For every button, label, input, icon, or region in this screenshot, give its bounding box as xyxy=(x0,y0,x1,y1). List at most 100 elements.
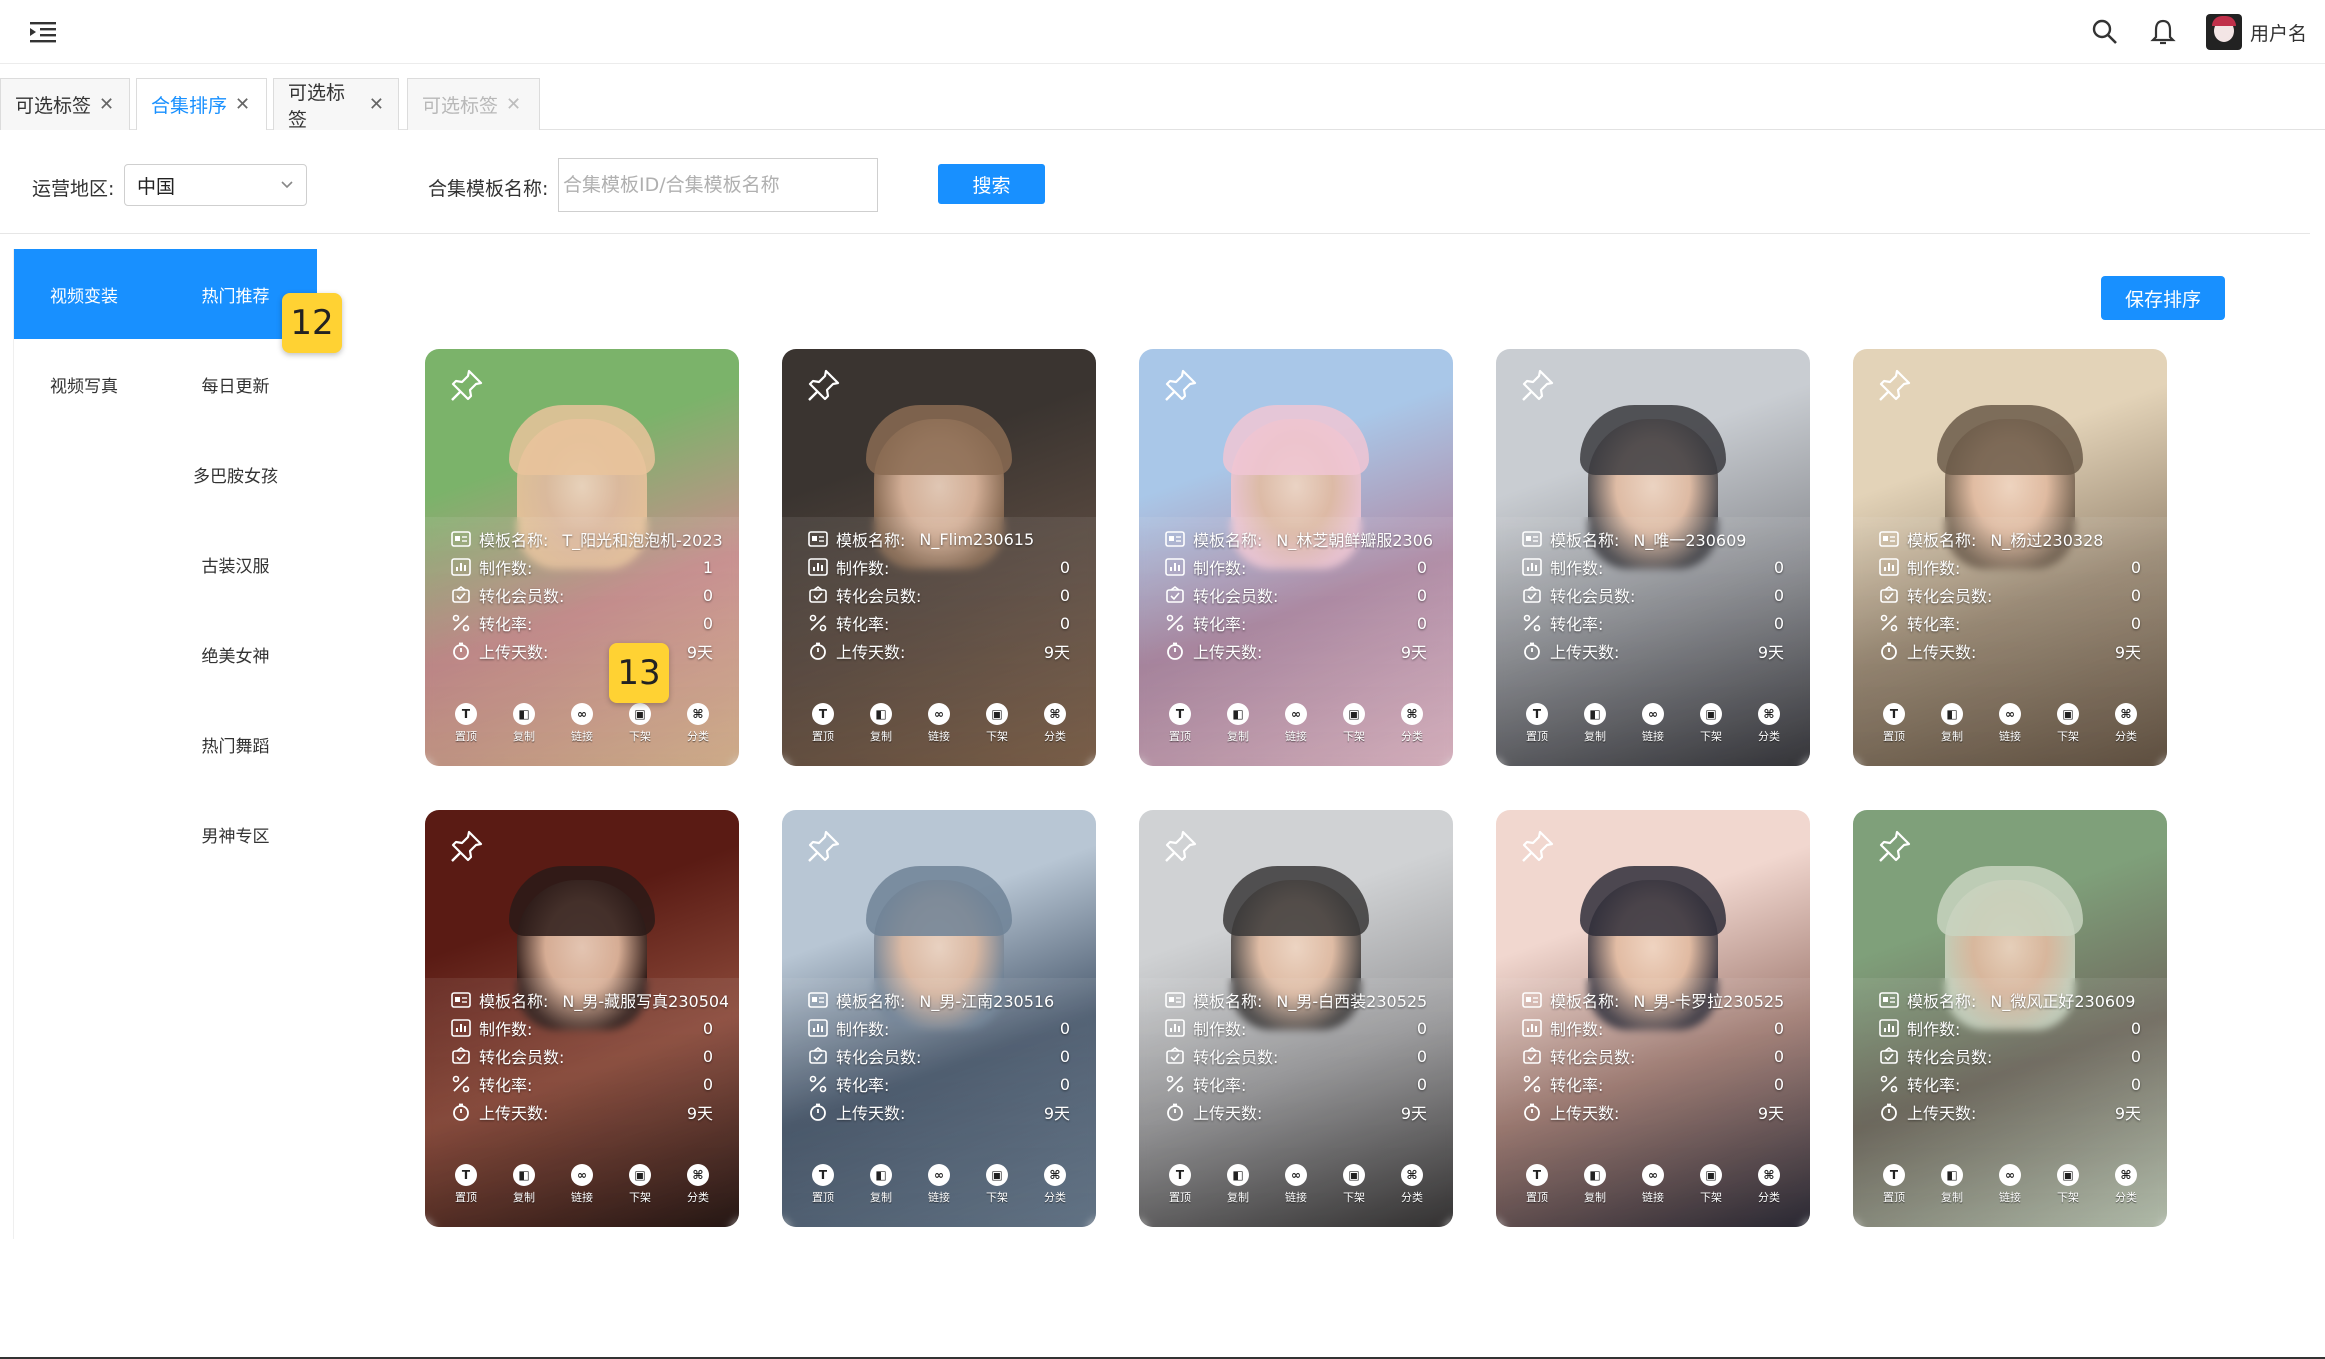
category-action[interactable]: ⌘ 分类 xyxy=(1392,703,1432,753)
pin-icon[interactable] xyxy=(1520,367,1556,403)
take-down-action[interactable]: ▣ 下架 xyxy=(977,703,1017,753)
copy-action[interactable]: ◧ 复制 xyxy=(1932,703,1972,753)
category-action[interactable]: ⌘ 分类 xyxy=(2106,703,2146,753)
pin-top-action[interactable]: T 置顶 xyxy=(803,703,843,753)
template-card[interactable]: 模板名称: N_男-藏服写真230504 制作数: 0 转化会员数: 0 转化率: 0 上传天数… xyxy=(425,810,739,1227)
template-card[interactable]: 模板名称: N_Flim230615 制作数: 0 转化会员数: 0 转化率: 0 上传天数: 9… xyxy=(782,349,1096,766)
close-icon[interactable]: ✕ xyxy=(369,94,384,115)
category-action[interactable]: ⌘ 分类 xyxy=(1035,1164,1075,1214)
pin-top-action[interactable]: T 置顶 xyxy=(803,1164,843,1214)
category-action[interactable]: ⌘ 分类 xyxy=(2106,1164,2146,1214)
sidebar-item-hanfu[interactable]: 古装汉服 xyxy=(154,519,317,609)
copy-action[interactable]: ◧ 复制 xyxy=(1575,703,1615,753)
search-button[interactable]: 搜索 xyxy=(938,164,1045,204)
pin-icon[interactable] xyxy=(806,367,842,403)
bell-icon[interactable] xyxy=(2148,17,2178,47)
percent-icon xyxy=(1165,1075,1185,1093)
menu-fold-icon[interactable] xyxy=(30,20,58,44)
field-value: 0 xyxy=(702,1018,713,1038)
take-down-action[interactable]: ▣ 下架 xyxy=(1334,1164,1374,1214)
sidebar-item-goddess[interactable]: 绝美女神 xyxy=(154,609,317,699)
percent-icon xyxy=(808,1075,828,1093)
search-icon[interactable] xyxy=(2090,17,2120,47)
copy-action[interactable]: ◧ 复制 xyxy=(1932,1164,1972,1214)
tab-optional-2[interactable]: 可选标签 ✕ xyxy=(273,78,399,131)
copy-action[interactable]: ◧ 复制 xyxy=(1218,1164,1258,1214)
take-down-action[interactable]: ▣ 下架 xyxy=(620,1164,660,1214)
pin-icon[interactable] xyxy=(1877,828,1913,864)
link-action[interactable]: ∞ 链接 xyxy=(562,1164,602,1214)
take-down-action[interactable]: ▣ 下架 xyxy=(620,703,660,753)
template-card[interactable]: 模板名称: T_阳光和泡泡机-2023 制作数: 1 转化会员数: 0 转化率: 0 上传天数:… xyxy=(425,349,739,766)
link-action[interactable]: ∞ 链接 xyxy=(919,1164,959,1214)
region-select[interactable]: 中国 xyxy=(124,164,307,206)
close-icon[interactable]: ✕ xyxy=(235,94,250,115)
template-search-input[interactable] xyxy=(558,158,878,212)
pin-top-action[interactable]: T 置顶 xyxy=(446,703,486,753)
pin-top-action[interactable]: T 置顶 xyxy=(1874,1164,1914,1214)
take-down-action[interactable]: ▣ 下架 xyxy=(1691,1164,1731,1214)
template-card[interactable]: 模板名称: N_男-江南230516 制作数: 0 转化会员数: 0 转化率: 0 上传天数: 9… xyxy=(782,810,1096,1227)
link-action[interactable]: ∞ 链接 xyxy=(1990,703,2030,753)
category-action[interactable]: ⌘ 分类 xyxy=(1035,703,1075,753)
link-action[interactable]: ∞ 链接 xyxy=(1276,1164,1316,1214)
conversion-rate-row: 转化率: 0 xyxy=(808,1070,1096,1098)
sidebar-item-dopamine-girl[interactable]: 多巴胺女孩 xyxy=(154,429,317,519)
sidebar-item-video-outfit[interactable]: 视频变装 xyxy=(14,249,154,339)
pin-icon[interactable] xyxy=(806,828,842,864)
user-menu[interactable]: 用户名 xyxy=(2205,14,2307,50)
take-down-action[interactable]: ▣ 下架 xyxy=(2048,1164,2088,1214)
take-down-action[interactable]: ▣ 下架 xyxy=(1334,703,1374,753)
copy-action[interactable]: ◧ 复制 xyxy=(861,1164,901,1214)
sidebar-item-male-god[interactable]: 男神专区 xyxy=(154,789,317,879)
template-card[interactable]: 模板名称: N_唯一230609 制作数: 0 转化会员数: 0 转化率: 0 上传天数: 9天 T… xyxy=(1496,349,1810,766)
link-action[interactable]: ∞ 链接 xyxy=(1633,703,1673,753)
category-action[interactable]: ⌘ 分类 xyxy=(1749,1164,1789,1214)
pin-top-action[interactable]: T 置顶 xyxy=(1517,1164,1557,1214)
sidebar-item-video-portrait[interactable]: 视频写真 xyxy=(14,339,154,429)
sidebar-item-dance[interactable]: 热门舞蹈 xyxy=(154,699,317,789)
tab-optional-1[interactable]: 可选标签 ✕ xyxy=(0,78,130,130)
upload-days-row: 上传天数: 9天 xyxy=(1165,637,1453,665)
pin-icon[interactable] xyxy=(449,367,485,403)
link-action[interactable]: ∞ 链接 xyxy=(919,703,959,753)
close-icon[interactable]: ✕ xyxy=(99,94,114,115)
pin-top-action[interactable]: T 置顶 xyxy=(446,1164,486,1214)
field-label: 上传天数: xyxy=(836,1104,906,1123)
pin-icon[interactable] xyxy=(1877,367,1913,403)
category-action[interactable]: ⌘ 分类 xyxy=(678,1164,718,1214)
pin-top-action[interactable]: T 置顶 xyxy=(1517,703,1557,753)
pin-icon[interactable] xyxy=(1520,828,1556,864)
template-card[interactable]: 模板名称: N_男-卡罗拉230525 制作数: 0 转化会员数: 0 转化率: 0 上传天数:… xyxy=(1496,810,1810,1227)
tab-collection-sort[interactable]: 合集排序 ✕ xyxy=(136,78,267,130)
template-card[interactable]: 模板名称: N_林芝朝鲜瓣服2306 制作数: 0 转化会员数: 0 转化率: 0 上传天数: 9… xyxy=(1139,349,1453,766)
template-card[interactable]: 模板名称: N_杨过230328 制作数: 0 转化会员数: 0 转化率: 0 上传天数: 9天 T… xyxy=(1853,349,2167,766)
close-icon[interactable]: ✕ xyxy=(506,94,521,115)
take-down-action[interactable]: ▣ 下架 xyxy=(977,1164,1017,1214)
template-card[interactable]: 模板名称: N_男-白西装230525 制作数: 0 转化会员数: 0 转化率: 0 上传天数:… xyxy=(1139,810,1453,1227)
pin-icon[interactable] xyxy=(1163,828,1199,864)
save-sort-button[interactable]: 保存排序 xyxy=(2101,276,2225,320)
action-label: 分类 xyxy=(2115,730,2137,743)
take-down-action[interactable]: ▣ 下架 xyxy=(1691,703,1731,753)
tab-optional-3[interactable]: 可选标签 ✕ xyxy=(407,78,540,130)
link-action[interactable]: ∞ 链接 xyxy=(1633,1164,1673,1214)
template-card[interactable]: 模板名称: N_微风正好230609 制作数: 0 转化会员数: 0 转化率: 0 上传天数: 9… xyxy=(1853,810,2167,1227)
category-action[interactable]: ⌘ 分类 xyxy=(1392,1164,1432,1214)
link-action[interactable]: ∞ 链接 xyxy=(1990,1164,2030,1214)
copy-action[interactable]: ◧ 复制 xyxy=(1218,703,1258,753)
pin-top-action[interactable]: T 置顶 xyxy=(1874,703,1914,753)
copy-action[interactable]: ◧ 复制 xyxy=(861,703,901,753)
pin-icon[interactable] xyxy=(1163,367,1199,403)
take-down-action[interactable]: ▣ 下架 xyxy=(2048,703,2088,753)
link-action[interactable]: ∞ 链接 xyxy=(1276,703,1316,753)
pin-top-action[interactable]: T 置顶 xyxy=(1160,1164,1200,1214)
copy-action[interactable]: ◧ 复制 xyxy=(1575,1164,1615,1214)
copy-action[interactable]: ◧ 复制 xyxy=(504,703,544,753)
link-action[interactable]: ∞ 链接 xyxy=(562,703,602,753)
pin-icon[interactable] xyxy=(449,828,485,864)
pin-top-action[interactable]: T 置顶 xyxy=(1160,703,1200,753)
copy-action[interactable]: ◧ 复制 xyxy=(504,1164,544,1214)
category-action[interactable]: ⌘ 分类 xyxy=(1749,703,1789,753)
category-action[interactable]: ⌘ 分类 xyxy=(678,703,718,753)
